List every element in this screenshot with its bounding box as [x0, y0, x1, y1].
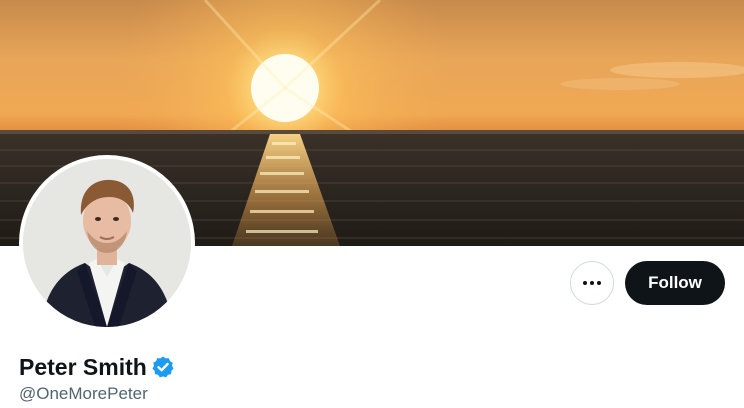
more-horizontal-icon — [583, 281, 601, 285]
more-options-button[interactable] — [570, 261, 614, 305]
avatar-photo — [23, 159, 191, 327]
avatar[interactable] — [19, 155, 195, 331]
user-handle: @OneMorePeter — [19, 384, 148, 403]
profile-page: Follow Peter Smith @OneMorePeter — [0, 0, 744, 408]
profile-name-row: Peter Smith — [19, 352, 175, 382]
display-name: Peter Smith — [19, 354, 147, 380]
follow-button[interactable]: Follow — [625, 261, 725, 305]
verified-badge-icon[interactable] — [151, 355, 175, 379]
